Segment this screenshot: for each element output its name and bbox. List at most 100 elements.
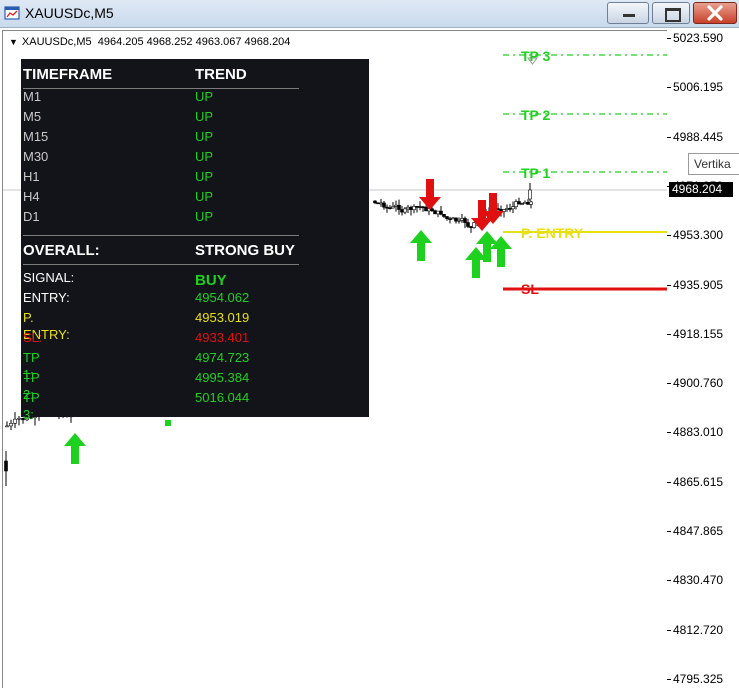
price-tick-mark: [667, 38, 671, 39]
candle-body: [394, 204, 398, 207]
overall-value: STRONG BUY: [195, 242, 296, 259]
sl-row-label: SL:: [23, 330, 43, 345]
header-divider: [23, 88, 299, 89]
candle-body: [424, 206, 428, 212]
candle-body: [9, 423, 13, 427]
ohlc-values: 4964.205 4968.252 4963.067 4968.204: [97, 36, 291, 48]
candle-body: [526, 202, 530, 205]
timeframe-label: D1: [23, 209, 40, 224]
candle-body: [4, 460, 8, 472]
tp2-label: TP 2: [521, 107, 551, 123]
price-tick-label: 4935.905: [673, 277, 724, 292]
price-tick-mark: [667, 284, 671, 286]
candle-body: [436, 210, 440, 215]
candle-body: [415, 206, 419, 208]
crosshair-tooltip: Vertika: [688, 153, 739, 175]
timeframe-label: M5: [23, 109, 42, 124]
candle-body: [421, 206, 425, 209]
price-tick-label: 4988.445: [673, 129, 724, 144]
overall-label: OVERALL:: [23, 242, 100, 259]
price-tick-label: 4830.470: [673, 573, 724, 588]
candle-body: [472, 222, 476, 228]
candle-body: [379, 202, 383, 205]
candle-body: [466, 222, 470, 227]
price-tick-label: 4883.010: [673, 425, 724, 440]
candle-body: [373, 200, 377, 204]
candle-body: [463, 218, 467, 223]
overall-divider: [23, 235, 299, 236]
price-tick-mark: [667, 87, 671, 89]
candle-body: [469, 226, 473, 228]
candle-body: [412, 206, 416, 211]
price-tick-mark: [667, 432, 671, 434]
candle-body: [517, 201, 521, 205]
candle-body: [430, 208, 434, 211]
timeframe-label: M1: [23, 89, 42, 104]
trend-value: UP: [195, 149, 214, 164]
maximize-button[interactable]: [652, 2, 690, 24]
price-tick-mark: [667, 481, 671, 483]
candle-body: [17, 417, 21, 420]
chart-app-icon: [4, 6, 20, 20]
timeframe-label: H4: [23, 189, 40, 204]
signal-divider: [23, 264, 299, 265]
trend-value: UP: [195, 209, 214, 224]
collapse-triangle-icon[interactable]: ▼: [9, 37, 18, 47]
candle-body: [403, 208, 407, 213]
signal-value: BUY: [195, 272, 227, 289]
candle-body: [445, 216, 449, 219]
candle-body: [514, 201, 518, 208]
window-title: XAUUSDc,M5: [25, 5, 114, 21]
tp3-label: TP 3: [521, 48, 551, 64]
timeframe-label: M15: [23, 129, 49, 144]
sl-label: SL: [521, 281, 539, 297]
timeframe-label: M30: [23, 149, 49, 164]
candle-body: [529, 201, 533, 205]
pentry-row-value: 4953.019: [195, 310, 250, 325]
candle-body: [400, 209, 404, 213]
trend-value: UP: [195, 189, 214, 204]
price-tick-mark: [667, 531, 671, 532]
tp1-row-value: 4974.723: [195, 350, 250, 365]
price-tick-mark: [667, 136, 671, 138]
candle-body: [448, 218, 452, 220]
candle-body: [391, 206, 395, 209]
candle-body: [5, 425, 9, 428]
candle-body: [523, 202, 527, 204]
price-tick-mark: [667, 383, 671, 385]
close-button[interactable]: [693, 2, 737, 24]
sl-row-value: 4933.401: [195, 330, 250, 345]
price-tick-label: 4865.615: [673, 474, 724, 489]
entry-row-label: ENTRY:: [23, 290, 70, 305]
buy-arrow: [410, 230, 432, 261]
minimize-button[interactable]: [607, 2, 649, 24]
symbol-ohlc-line: ▼ XAUUSDc,M5 4964.205 4968.252 4963.067 4…: [9, 36, 290, 48]
tp3-row-value: 5016.044: [195, 390, 250, 405]
candle-body: [457, 219, 461, 222]
price-tick-mark: [667, 629, 671, 631]
candle-body: [520, 203, 524, 205]
candle-body: [406, 206, 410, 210]
candle-body: [433, 210, 437, 215]
trend-value: UP: [195, 129, 214, 144]
price-tick-label: 4918.155: [673, 326, 724, 341]
candle-body: [442, 214, 446, 217]
candle-body: [388, 207, 392, 210]
price-tick-label: 5023.590: [673, 31, 724, 45]
price-tick-mark: [667, 333, 671, 335]
price-tick-label: 4847.865: [673, 524, 724, 538]
price-tick-mark: [667, 235, 671, 237]
trend-value: UP: [195, 109, 214, 124]
candle-body: [13, 418, 17, 424]
entry-label: P. ENTRY: [521, 225, 584, 241]
candle-body: [508, 208, 512, 210]
tp2-row-value: 4995.384: [195, 370, 250, 385]
candle-body: [418, 206, 422, 208]
entry-row-value: 4954.062: [195, 290, 250, 305]
price-tick-label: 4900.760: [673, 376, 724, 391]
candle-body: [382, 202, 386, 208]
trend-header: TREND: [195, 66, 247, 83]
price-scale[interactable]: 5023.5905006.1954988.4454971.0504953.300…: [667, 30, 739, 688]
candle-body: [376, 202, 380, 205]
minimize-icon: [623, 14, 635, 17]
